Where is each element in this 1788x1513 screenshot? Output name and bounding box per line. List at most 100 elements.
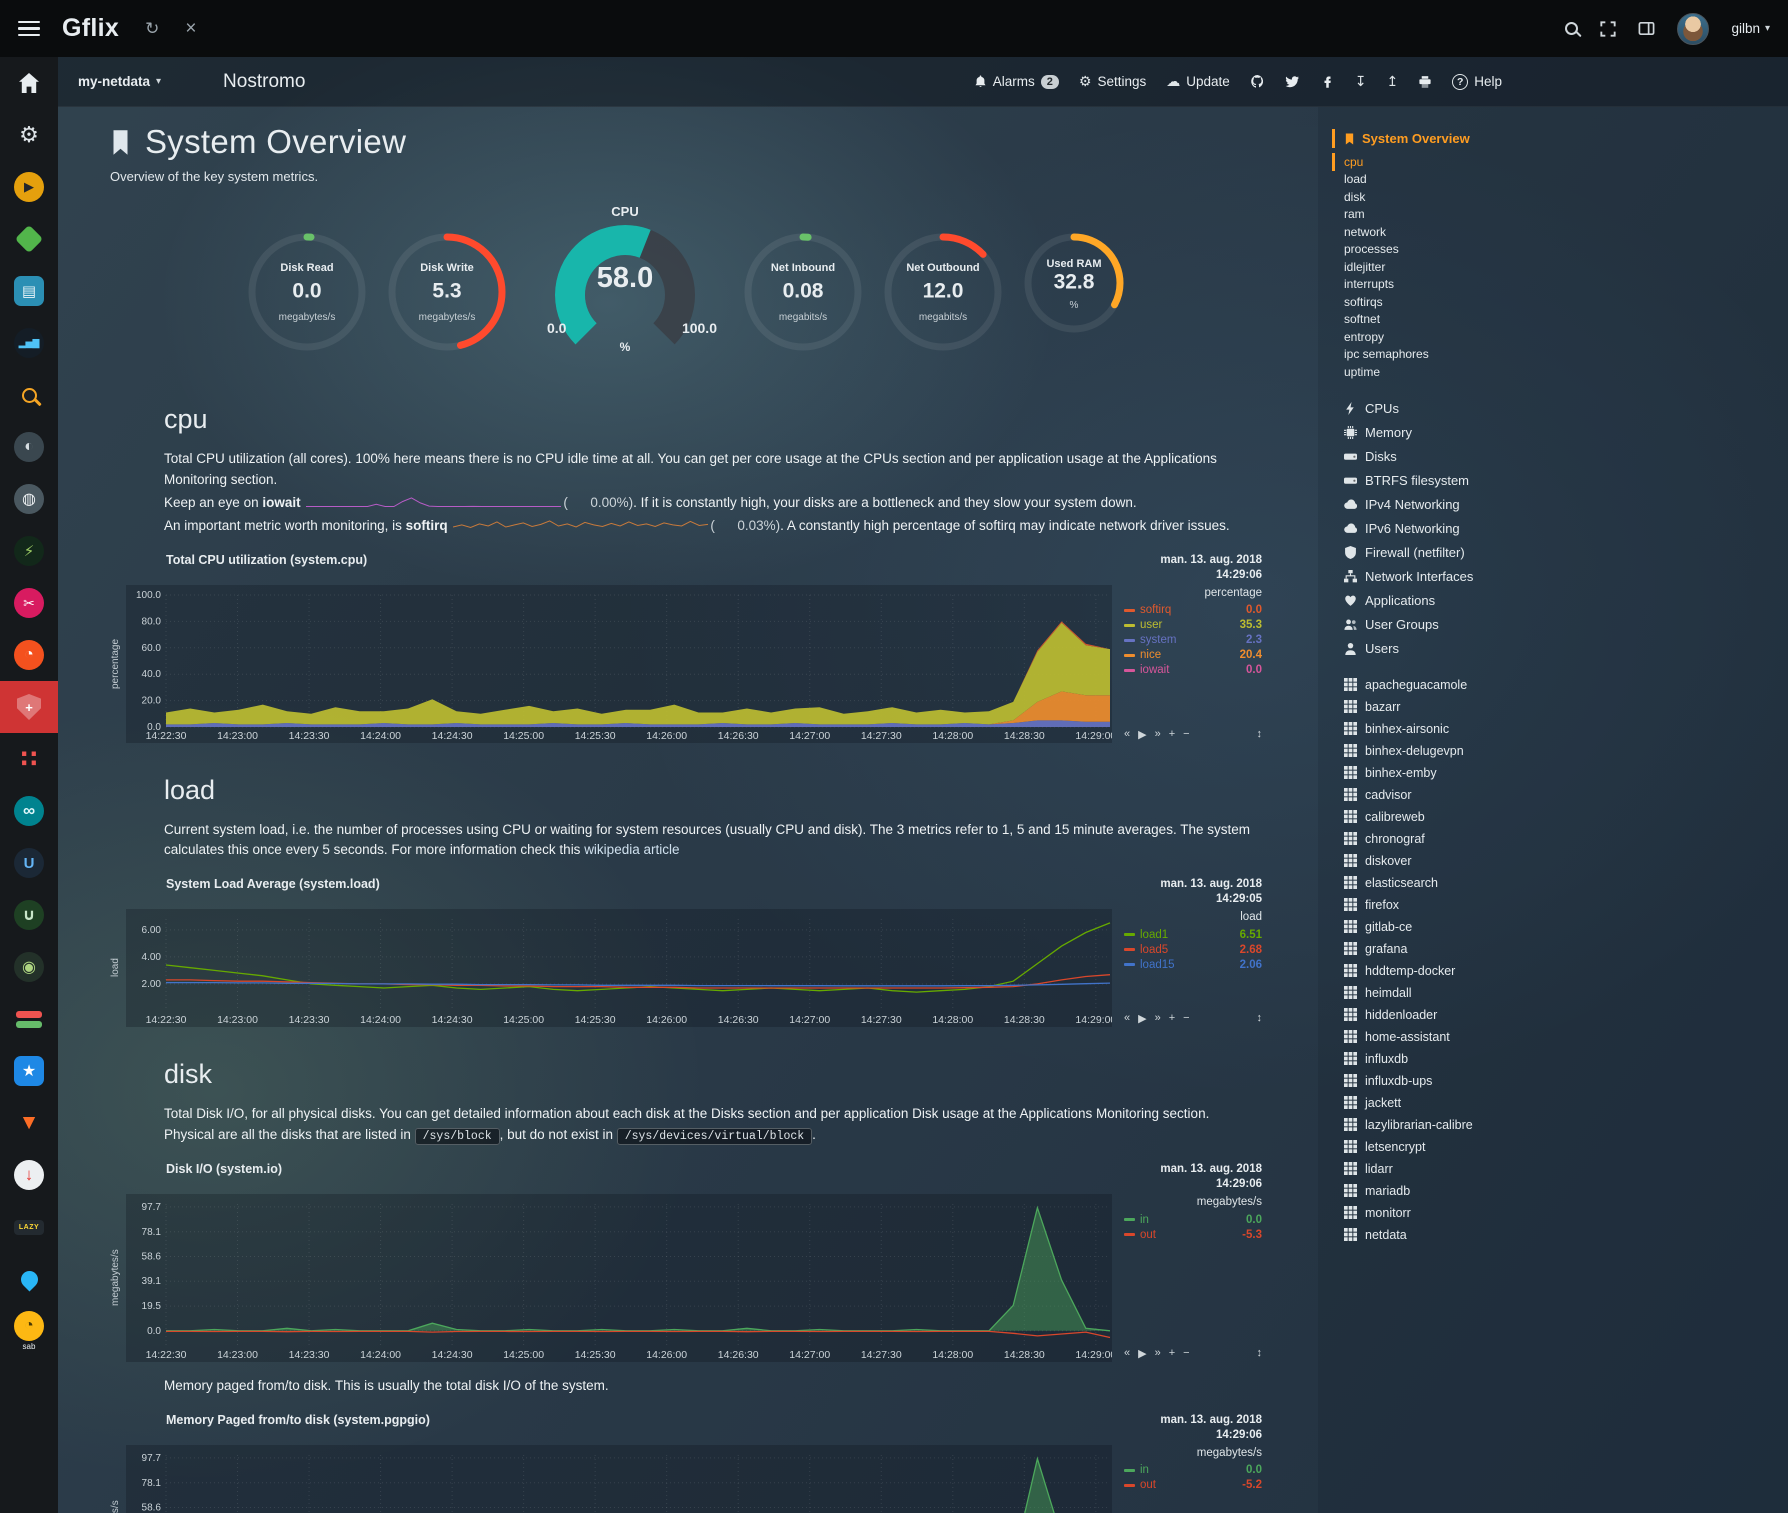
play-button[interactable]: ▶ xyxy=(1138,1347,1146,1360)
update-button[interactable]: ☁Update xyxy=(1166,73,1230,90)
toc-app-netdata[interactable]: netdata xyxy=(1332,1224,1788,1246)
toc-app-binhex-delugevpn[interactable]: binhex-delugevpn xyxy=(1332,740,1788,762)
refresh-icon[interactable]: ↻ xyxy=(145,19,159,39)
toc-section-memory[interactable]: Memory xyxy=(1332,421,1788,445)
github-button[interactable] xyxy=(1250,74,1265,89)
legend-item-softirq[interactable]: softirq0.0 xyxy=(1124,603,1262,618)
toc-app-home-assistant[interactable]: home-assistant xyxy=(1332,1026,1788,1048)
toc-section-applications[interactable]: Applications xyxy=(1332,589,1788,613)
toc-item-ram[interactable]: ram xyxy=(1332,206,1788,224)
toc-item-disk[interactable]: disk xyxy=(1332,188,1788,206)
twitter-button[interactable] xyxy=(1285,74,1300,89)
print-button[interactable] xyxy=(1418,75,1432,89)
toc-app-apacheguacamole[interactable]: apacheguacamole xyxy=(1332,674,1788,696)
toc-section-disks[interactable]: Disks xyxy=(1332,445,1788,469)
toc-app-mariadb[interactable]: mariadb xyxy=(1332,1180,1788,1202)
toc-section-ipv4-networking[interactable]: IPv4 Networking xyxy=(1332,493,1788,517)
facebook-button[interactable] xyxy=(1320,74,1335,89)
sidebar-app-star-app[interactable]: ★ xyxy=(0,1045,58,1097)
gauge-disk-read[interactable]: Disk Read0.0megabytes/s xyxy=(245,230,369,354)
toc-app-firefox[interactable]: firefox xyxy=(1332,894,1788,916)
sidebar-app-equalizer[interactable]: ▂▅▇ xyxy=(0,317,58,369)
sidebar-app-lazy-badge[interactable]: LAZY xyxy=(0,1201,58,1253)
toc-section-btrfs-filesystem[interactable]: BTRFS filesystem xyxy=(1332,469,1788,493)
gauge-disk-write[interactable]: Disk Write5.3megabytes/s xyxy=(385,230,509,354)
pan-backward-button[interactable]: « xyxy=(1124,728,1130,741)
toc-app-heimdall[interactable]: heimdall xyxy=(1332,982,1788,1004)
sidebar-app-shield-app[interactable]: + xyxy=(0,681,58,733)
chart-plot-area[interactable]: 14:22:3014:23:0014:23:3014:24:0014:24:30… xyxy=(126,909,1112,1027)
settings-button[interactable]: ⚙Settings xyxy=(1079,73,1146,90)
legend-item-out[interactable]: out-5.2 xyxy=(1124,1478,1262,1493)
toc-section-users[interactable]: Users xyxy=(1332,637,1788,661)
toc-app-influxdb[interactable]: influxdb xyxy=(1332,1048,1788,1070)
user-avatar[interactable] xyxy=(1677,13,1709,45)
toc-app-influxdb-ups[interactable]: influxdb-ups xyxy=(1332,1070,1788,1092)
gauge-net-inbound[interactable]: Net Inbound0.08megabits/s xyxy=(741,230,865,354)
resize-handle[interactable]: ↕ xyxy=(1257,1012,1263,1025)
toc-app-bazarr[interactable]: bazarr xyxy=(1332,696,1788,718)
chart-plot-area[interactable]: 14:22:3014:23:0014:23:3014:24:0014:24:30… xyxy=(126,1445,1112,1513)
alarms-button[interactable]: Alarms 2 xyxy=(974,74,1059,89)
toc-app-diskover[interactable]: diskover xyxy=(1332,850,1788,872)
toc-app-hiddenloader[interactable]: hiddenloader xyxy=(1332,1004,1788,1026)
legend-item-load15[interactable]: load152.06 xyxy=(1124,957,1262,972)
sidebar-app-dot-green[interactable]: ◉ xyxy=(0,941,58,993)
sidebar-app-settings[interactable]: ⚙ xyxy=(0,109,58,161)
sidebar-app-orbit[interactable]: ◍ xyxy=(0,473,58,525)
toc-app-lidarr[interactable]: lidarr xyxy=(1332,1158,1788,1180)
toc-app-grafana[interactable]: grafana xyxy=(1332,938,1788,960)
legend-item-system[interactable]: system2.3 xyxy=(1124,633,1262,648)
zoom-out-button[interactable]: − xyxy=(1183,1347,1189,1360)
gauge-cpu[interactable]: CPU58.00.0100.0% xyxy=(525,204,725,362)
sidebar-app-droplet-app[interactable] xyxy=(0,1253,58,1305)
toc-item-network[interactable]: network xyxy=(1332,223,1788,241)
sidebar-app-berries[interactable]: ∷ xyxy=(0,733,58,785)
legend-item-load1[interactable]: load16.51 xyxy=(1124,927,1262,942)
legend-item-iowait[interactable]: iowait0.0 xyxy=(1124,663,1262,678)
toc-app-calibreweb[interactable]: calibreweb xyxy=(1332,806,1788,828)
toc-app-elasticsearch[interactable]: elasticsearch xyxy=(1332,872,1788,894)
sidebar-app-status-pill[interactable] xyxy=(0,993,58,1045)
toc-item-softnet[interactable]: softnet xyxy=(1332,311,1788,329)
chart-plot-area[interactable]: 14:22:3014:23:0014:23:3014:24:0014:24:30… xyxy=(126,585,1112,743)
toc-section-network-interfaces[interactable]: Network Interfaces xyxy=(1332,565,1788,589)
pan-backward-button[interactable]: « xyxy=(1124,1012,1130,1025)
help-button[interactable]: ?Help xyxy=(1452,74,1502,90)
pan-forward-button[interactable]: » xyxy=(1155,1347,1161,1360)
zoom-out-button[interactable]: − xyxy=(1183,1012,1189,1025)
toc-section-user-groups[interactable]: User Groups xyxy=(1332,613,1788,637)
sidebar-app-green-diamond[interactable] xyxy=(0,213,58,265)
toc-section-cpus[interactable]: CPUs xyxy=(1332,397,1788,421)
search-icon[interactable] xyxy=(1565,22,1578,35)
toc-item-softirqs[interactable]: softirqs xyxy=(1332,293,1788,311)
legend-item-in[interactable]: in0.0 xyxy=(1124,1463,1262,1478)
sidebar-app-play-circle[interactable]: ▶ xyxy=(0,161,58,213)
toc-app-letsencrypt[interactable]: letsencrypt xyxy=(1332,1136,1788,1158)
wikipedia-link[interactable]: wikipedia article xyxy=(584,842,679,857)
play-button[interactable]: ▶ xyxy=(1138,1012,1146,1025)
toc-item-interrupts[interactable]: interrupts xyxy=(1332,276,1788,294)
toc-item-processes[interactable]: processes xyxy=(1332,241,1788,259)
sidebar-app-u-letter-green[interactable]: ∪ xyxy=(0,889,58,941)
legend-item-out[interactable]: out-5.3 xyxy=(1124,1227,1262,1242)
sidebar-app-quarter-circle[interactable]: ◔ xyxy=(0,629,58,681)
toc-app-lazylibrarian-calibre[interactable]: lazylibrarian-calibre xyxy=(1332,1114,1788,1136)
sidebar-app-bookshelf[interactable]: ▤ xyxy=(0,265,58,317)
softirq-sparkline[interactable] xyxy=(453,518,708,532)
resize-handle[interactable]: ↕ xyxy=(1257,1347,1263,1360)
sidebar-app-sab[interactable]: ◔sab xyxy=(0,1305,58,1357)
sidebar-app-scissors-app[interactable]: ✂ xyxy=(0,577,58,629)
legend-item-nice[interactable]: nice20.4 xyxy=(1124,648,1262,663)
zoom-in-button[interactable]: + xyxy=(1169,728,1175,741)
toc-app-chronograf[interactable]: chronograf xyxy=(1332,828,1788,850)
legend-item-in[interactable]: in0.0 xyxy=(1124,1212,1262,1227)
hamburger-menu-icon[interactable] xyxy=(18,21,40,37)
toc-app-jackett[interactable]: jackett xyxy=(1332,1092,1788,1114)
fullscreen-icon[interactable] xyxy=(1600,21,1616,37)
user-menu[interactable]: gilbn▾ xyxy=(1731,21,1770,36)
zoom-in-button[interactable]: + xyxy=(1169,1012,1175,1025)
toc-app-cadvisor[interactable]: cadvisor xyxy=(1332,784,1788,806)
toc-section-firewall-netfilter-[interactable]: Firewall (netfilter) xyxy=(1332,541,1788,565)
gauge-used-ram[interactable]: Used RAM32.8% xyxy=(1021,230,1127,336)
